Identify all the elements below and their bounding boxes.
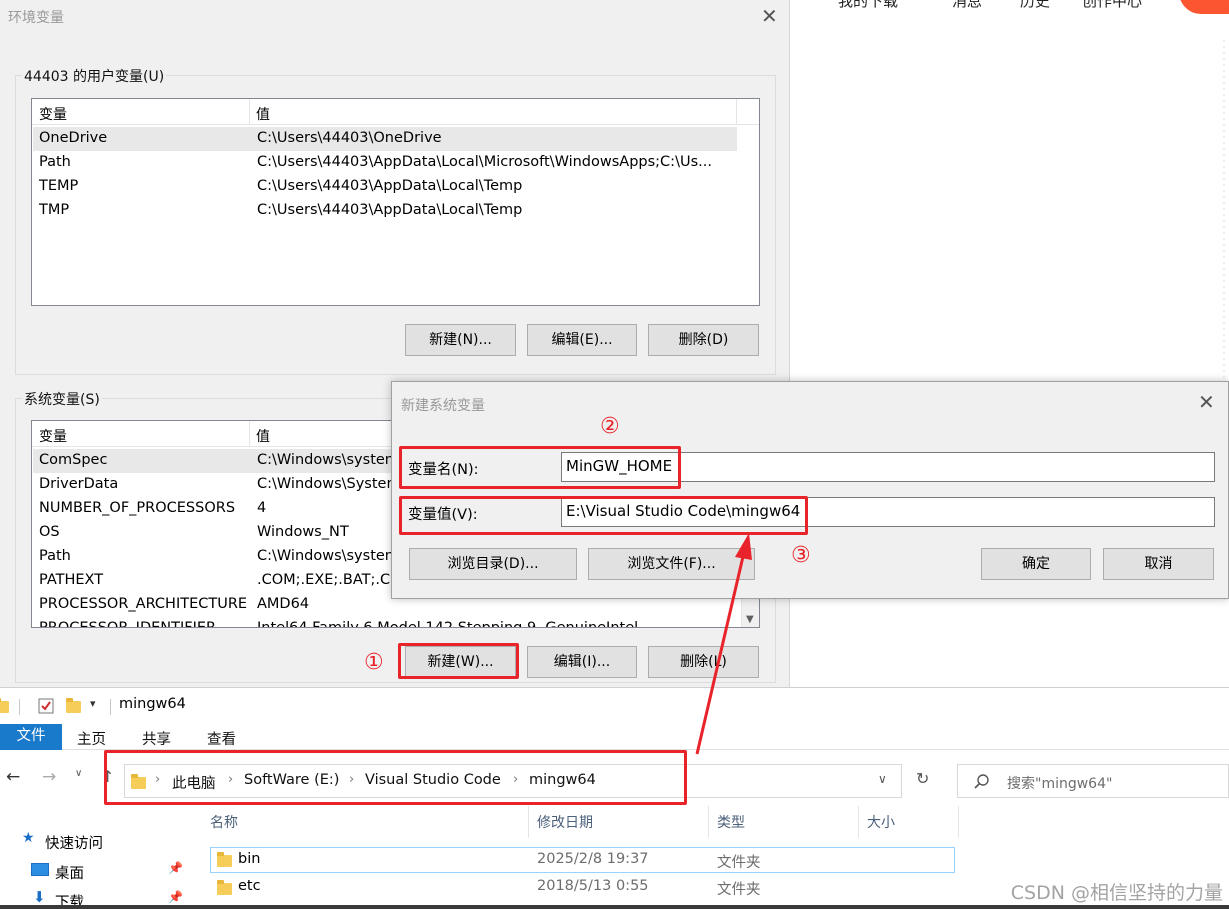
annotation-arrow — [695, 533, 752, 755]
watermark: CSDN @相信坚持的力量 — [1010, 882, 1223, 904]
